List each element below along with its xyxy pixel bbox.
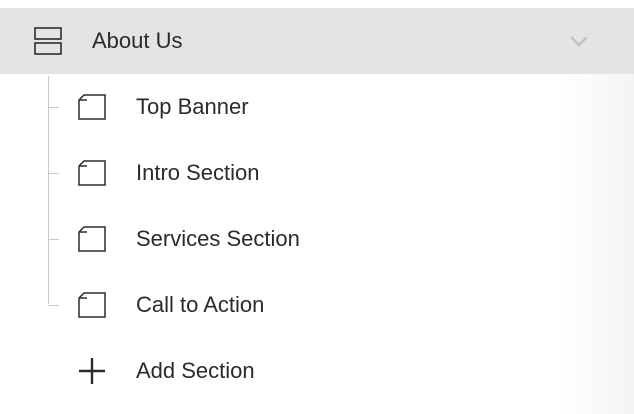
page-navigator-panel: About Us Top Banner Intro Section Servic… (0, 0, 634, 414)
plus-icon (79, 358, 105, 384)
add-section-label: Add Section (136, 358, 255, 383)
tree-branch (48, 173, 59, 174)
add-section-button[interactable]: Add Section (0, 338, 634, 404)
chevron-down-icon[interactable] (570, 34, 588, 48)
section-label: Top Banner (136, 94, 249, 119)
tree-branch (48, 239, 59, 240)
section-item-services-section[interactable]: Services Section (0, 206, 634, 272)
page-title: About Us (92, 28, 183, 53)
section-icon (78, 94, 106, 120)
page-row-about-us[interactable]: About Us (0, 8, 634, 74)
section-label: Intro Section (136, 160, 260, 185)
section-label: Services Section (136, 226, 300, 251)
section-icon (78, 292, 106, 318)
page-layout-icon (34, 27, 62, 55)
section-item-intro-section[interactable]: Intro Section (0, 140, 634, 206)
section-icon (78, 226, 106, 252)
section-item-top-banner[interactable]: Top Banner (0, 74, 634, 140)
tree-branch (48, 107, 59, 108)
section-label: Call to Action (136, 292, 265, 317)
tree-branch (48, 305, 59, 306)
section-item-call-to-action[interactable]: Call to Action (0, 272, 634, 338)
section-icon (78, 160, 106, 186)
